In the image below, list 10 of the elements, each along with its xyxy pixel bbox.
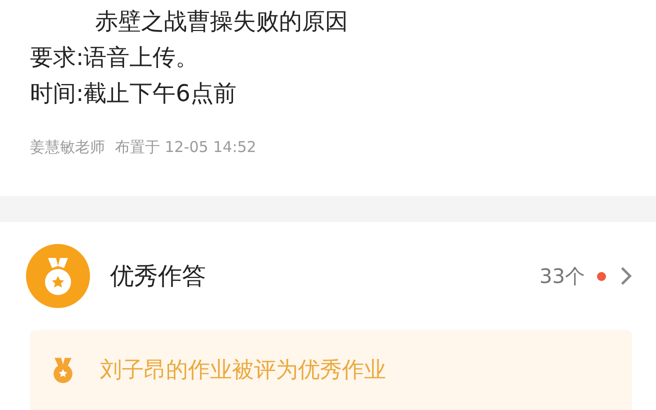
assignment-text: 时间:截止下午6点前 [30, 80, 238, 109]
assignment-text: 赤壁之战曹操失败的原因 [94, 8, 349, 37]
teacher-name: 姜慧敏老师 [30, 138, 105, 157]
posted-time: 布置于 12-05 14:52 [115, 138, 256, 157]
notice-text: 刘子昂的作业被评为优秀作业 [100, 357, 386, 385]
section-title: 优秀作答 [110, 261, 207, 292]
chevron-right-icon [620, 266, 632, 286]
answer-count: 33个 [540, 262, 585, 290]
medal-badge-icon [26, 244, 90, 308]
assignment-text: 要求:语音上传。 [30, 44, 200, 73]
